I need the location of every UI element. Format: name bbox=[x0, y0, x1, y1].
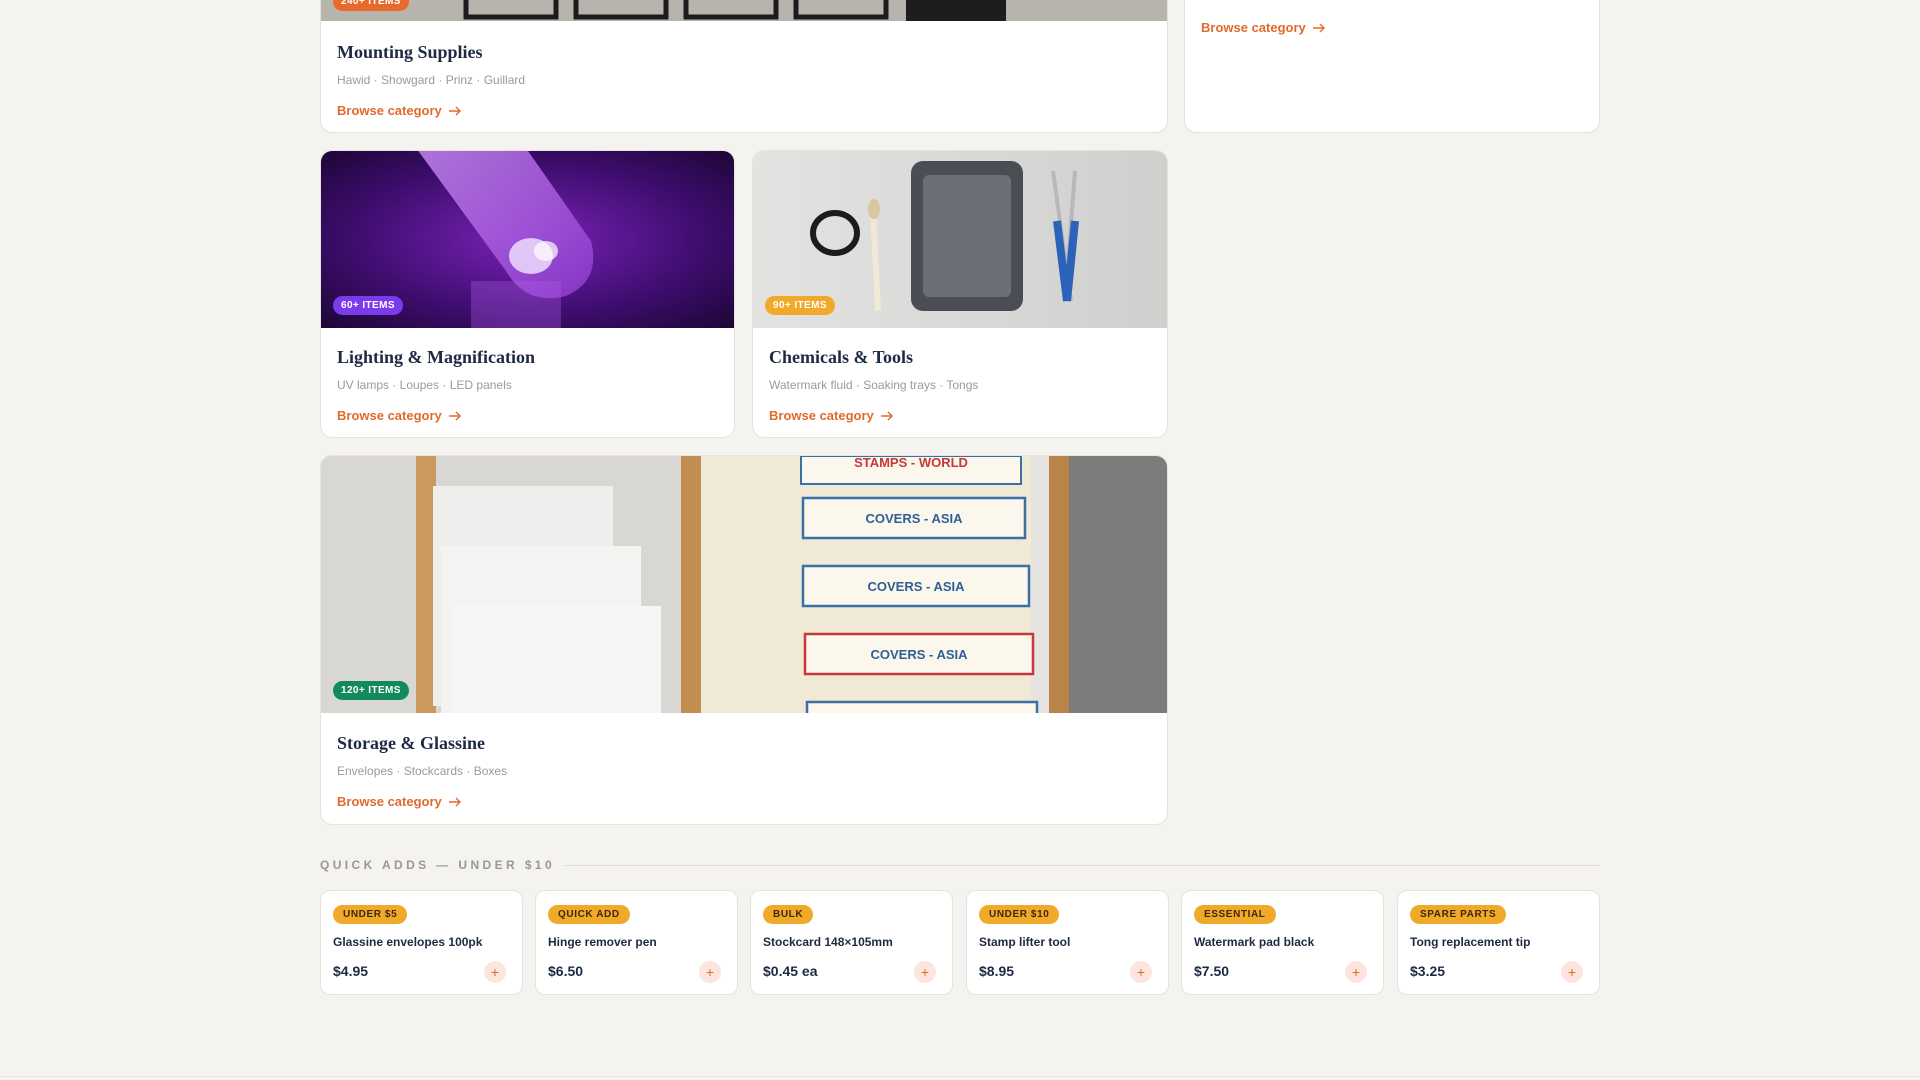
quick-add-card[interactable]: BULK Stockcard 148×105mm $0.45 ea + bbox=[750, 890, 953, 995]
items-count-badge: 60+ ITEMS bbox=[333, 296, 403, 315]
browse-category-label: Browse category bbox=[337, 408, 442, 423]
category-brands: UV lamps · Loupes · LED panels bbox=[337, 378, 512, 392]
quick-add-name: Hinge remover pen bbox=[548, 935, 657, 949]
arrow-right-icon bbox=[448, 797, 461, 806]
category-brands: Envelopes · Stockcards · Boxes bbox=[337, 764, 508, 778]
quick-add-card[interactable]: SPARE PARTS Tong replacement tip $3.25 + bbox=[1397, 890, 1600, 995]
quick-add-price: $3.25 bbox=[1410, 963, 1446, 979]
quick-add-card[interactable]: ESSENTIAL Watermark pad black $7.50 + bbox=[1181, 890, 1384, 995]
box-label-covers-asia-2: COVERS - ASIA bbox=[867, 579, 965, 594]
plus-icon[interactable]: + bbox=[699, 961, 721, 983]
quick-add-name: Tong replacement tip bbox=[1410, 935, 1531, 949]
category-card-mounting-supplies[interactable]: 240+ ITEMS Mounting Supplies Hawid · Sho… bbox=[320, 0, 1168, 133]
arrow-right-icon bbox=[1312, 23, 1325, 32]
browse-category-label: Browse category bbox=[1201, 20, 1306, 35]
category-title: Lighting & Magnification bbox=[337, 347, 536, 367]
category-brands: Watermark fluid · Soaking trays · Tongs bbox=[769, 378, 979, 392]
quick-add-name: Watermark pad black bbox=[1194, 935, 1315, 949]
quick-add-badge: QUICK ADD bbox=[548, 905, 630, 924]
quick-add-price: $6.50 bbox=[548, 963, 584, 979]
category-image-storage-drawer: STAMPS - WORLD COVERS - ASIA COVERS - AS… bbox=[321, 456, 1167, 713]
quick-add-price: $0.45 ea bbox=[763, 963, 818, 979]
category-card-right[interactable]: Browse category bbox=[1184, 0, 1600, 133]
plus-icon[interactable]: + bbox=[914, 961, 936, 983]
category-card-chemicals-tools[interactable]: 90+ ITEMS Chemicals & Tools Watermark fl… bbox=[752, 150, 1168, 438]
browse-category-label: Browse category bbox=[769, 408, 874, 423]
quick-adds-heading: QUICK ADDS — UNDER $10 bbox=[320, 858, 556, 872]
quick-add-name: Stamp lifter tool bbox=[979, 935, 1071, 949]
box-label-covers-asia-3: COVERS - ASIA bbox=[870, 647, 968, 662]
items-count-badge: 90+ ITEMS bbox=[765, 296, 835, 315]
quick-add-price: $7.50 bbox=[1194, 963, 1230, 979]
quick-adds-divider bbox=[564, 865, 1600, 866]
browse-category-link[interactable]: Browse category bbox=[337, 408, 462, 423]
quick-add-badge: UNDER $10 bbox=[979, 905, 1060, 924]
items-count-badge: 240+ ITEMS bbox=[333, 0, 409, 11]
quick-add-name: Stockcard 148×105mm bbox=[763, 935, 893, 949]
browse-category-label: Browse category bbox=[337, 103, 442, 118]
plus-icon[interactable]: + bbox=[1345, 961, 1367, 983]
plus-icon[interactable]: + bbox=[1561, 961, 1583, 983]
browse-category-link[interactable]: Browse category bbox=[769, 408, 894, 423]
category-brands: Hawid · Showgard · Prinz · Guillard bbox=[337, 73, 526, 87]
quick-add-price: $8.95 bbox=[979, 963, 1015, 979]
items-count-badge: 120+ ITEMS bbox=[333, 681, 409, 700]
quick-add-card[interactable]: UNDER $5 Glassine envelopes 100pk $4.95 … bbox=[320, 890, 523, 995]
category-card-storage-glassine[interactable]: STAMPS - WORLD COVERS - ASIA COVERS - AS… bbox=[320, 455, 1168, 825]
quick-add-badge: ESSENTIAL bbox=[1194, 905, 1276, 924]
category-card-lighting-magnification[interactable]: 60+ ITEMS Lighting & Magnification UV la… bbox=[320, 150, 735, 438]
browse-category-label: Browse category bbox=[337, 794, 442, 809]
plus-icon[interactable]: + bbox=[484, 961, 506, 983]
quick-add-name: Glassine envelopes 100pk bbox=[333, 935, 483, 949]
arrow-right-icon bbox=[448, 411, 461, 420]
footer-divider bbox=[0, 1076, 1920, 1077]
quick-add-badge: BULK bbox=[763, 905, 814, 924]
quick-add-card[interactable]: UNDER $10 Stamp lifter tool $8.95 + bbox=[966, 890, 1169, 995]
browse-category-link[interactable]: Browse category bbox=[337, 794, 462, 809]
category-image-mounting-supplies bbox=[321, 0, 1167, 21]
category-title: Chemicals & Tools bbox=[769, 347, 914, 367]
arrow-right-icon bbox=[448, 106, 461, 115]
quick-add-badge: SPARE PARTS bbox=[1410, 905, 1507, 924]
box-label-stamps-world: STAMPS - WORLD bbox=[854, 456, 968, 470]
arrow-right-icon bbox=[880, 411, 893, 420]
browse-category-link[interactable]: Browse category bbox=[1201, 20, 1326, 35]
plus-icon[interactable]: + bbox=[1130, 961, 1152, 983]
browse-category-link[interactable]: Browse category bbox=[337, 103, 462, 118]
quick-add-price: $4.95 bbox=[333, 963, 369, 979]
category-title: Mounting Supplies bbox=[337, 42, 483, 62]
quick-add-card[interactable]: QUICK ADD Hinge remover pen $6.50 + bbox=[535, 890, 738, 995]
category-title: Storage & Glassine bbox=[337, 733, 485, 753]
quick-add-badge: UNDER $5 bbox=[333, 905, 408, 924]
box-label-covers-asia-1: COVERS - ASIA bbox=[865, 511, 963, 526]
